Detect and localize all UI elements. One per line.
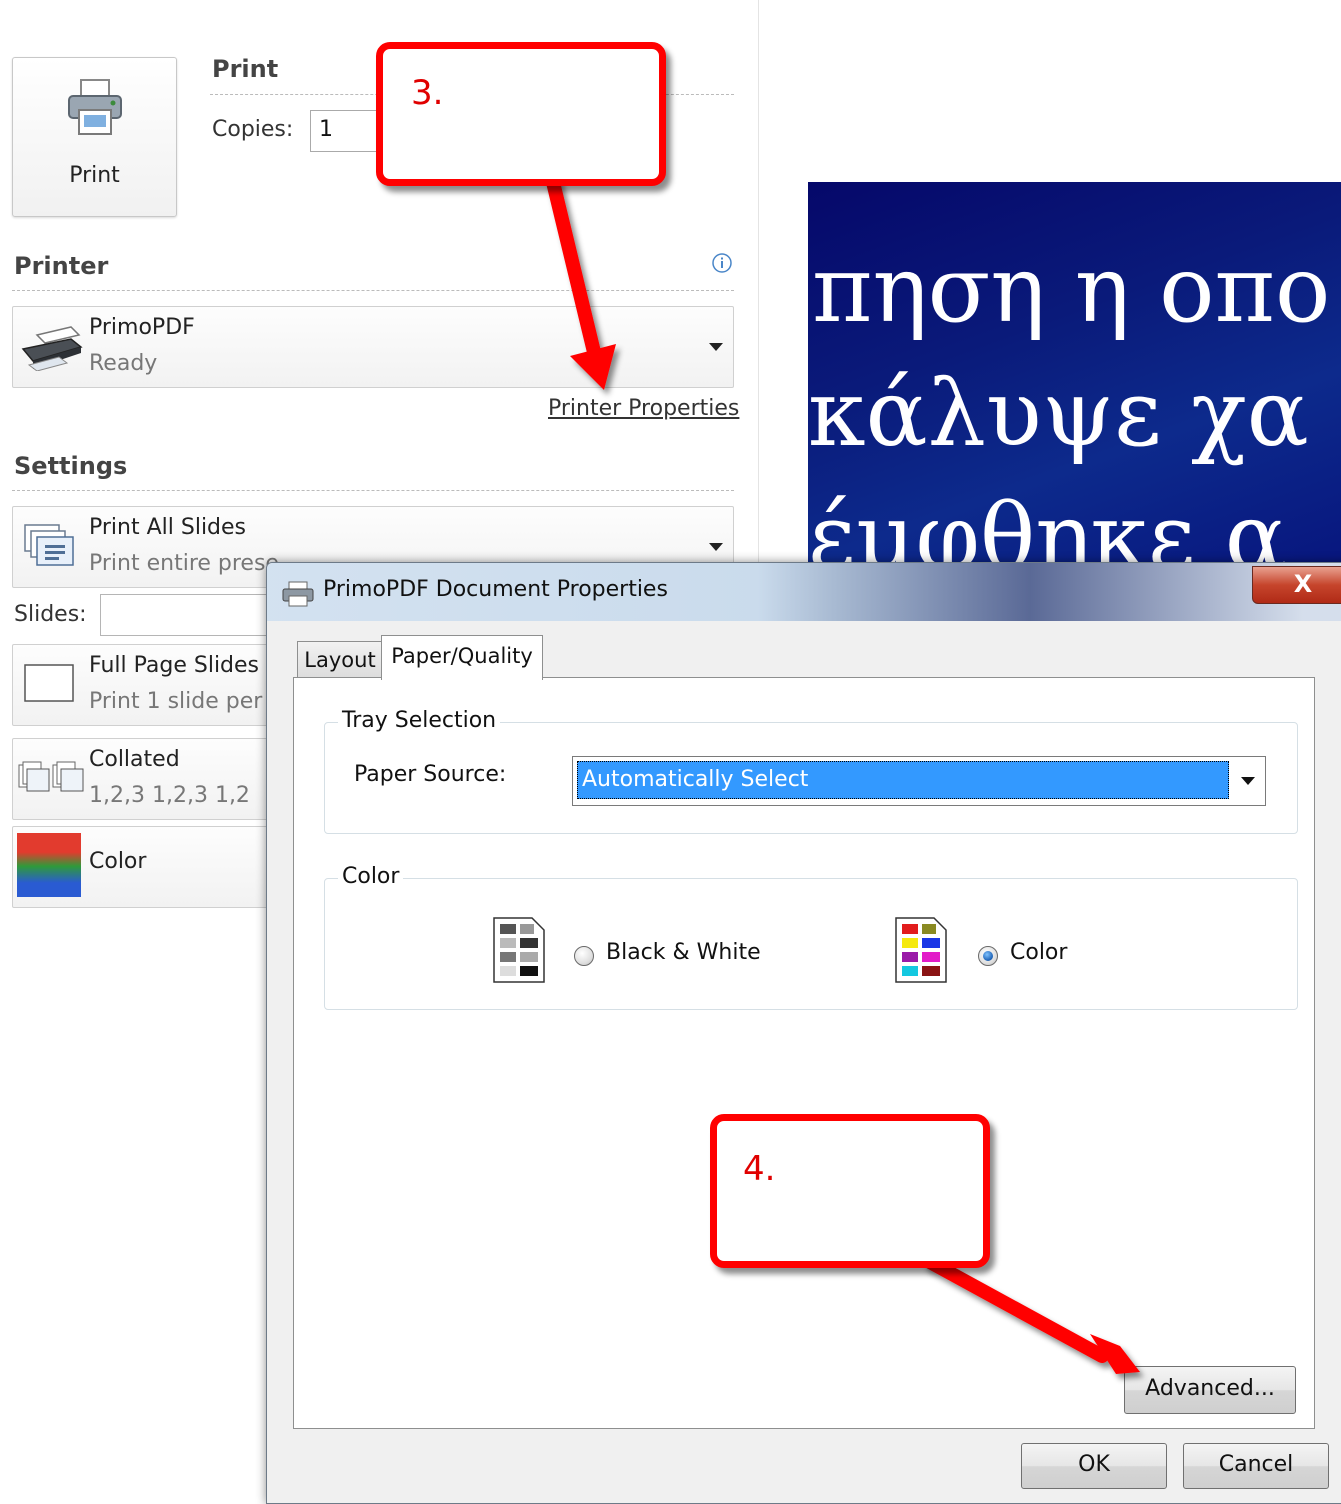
arrow-4-shaft (923, 1255, 1109, 1363)
arrow-3-shaft (545, 171, 601, 359)
tab-paper-quality[interactable]: Paper/Quality (381, 635, 543, 680)
annotation-arrows (545, 171, 1140, 1374)
callout-step-4: 4. (710, 1114, 990, 1268)
callout-step-3: 3. (376, 42, 666, 186)
callout-step-4-label: 4. (743, 1149, 776, 1189)
callout-step-3-label: 3. (411, 73, 444, 113)
arrow-3-head (570, 344, 616, 390)
